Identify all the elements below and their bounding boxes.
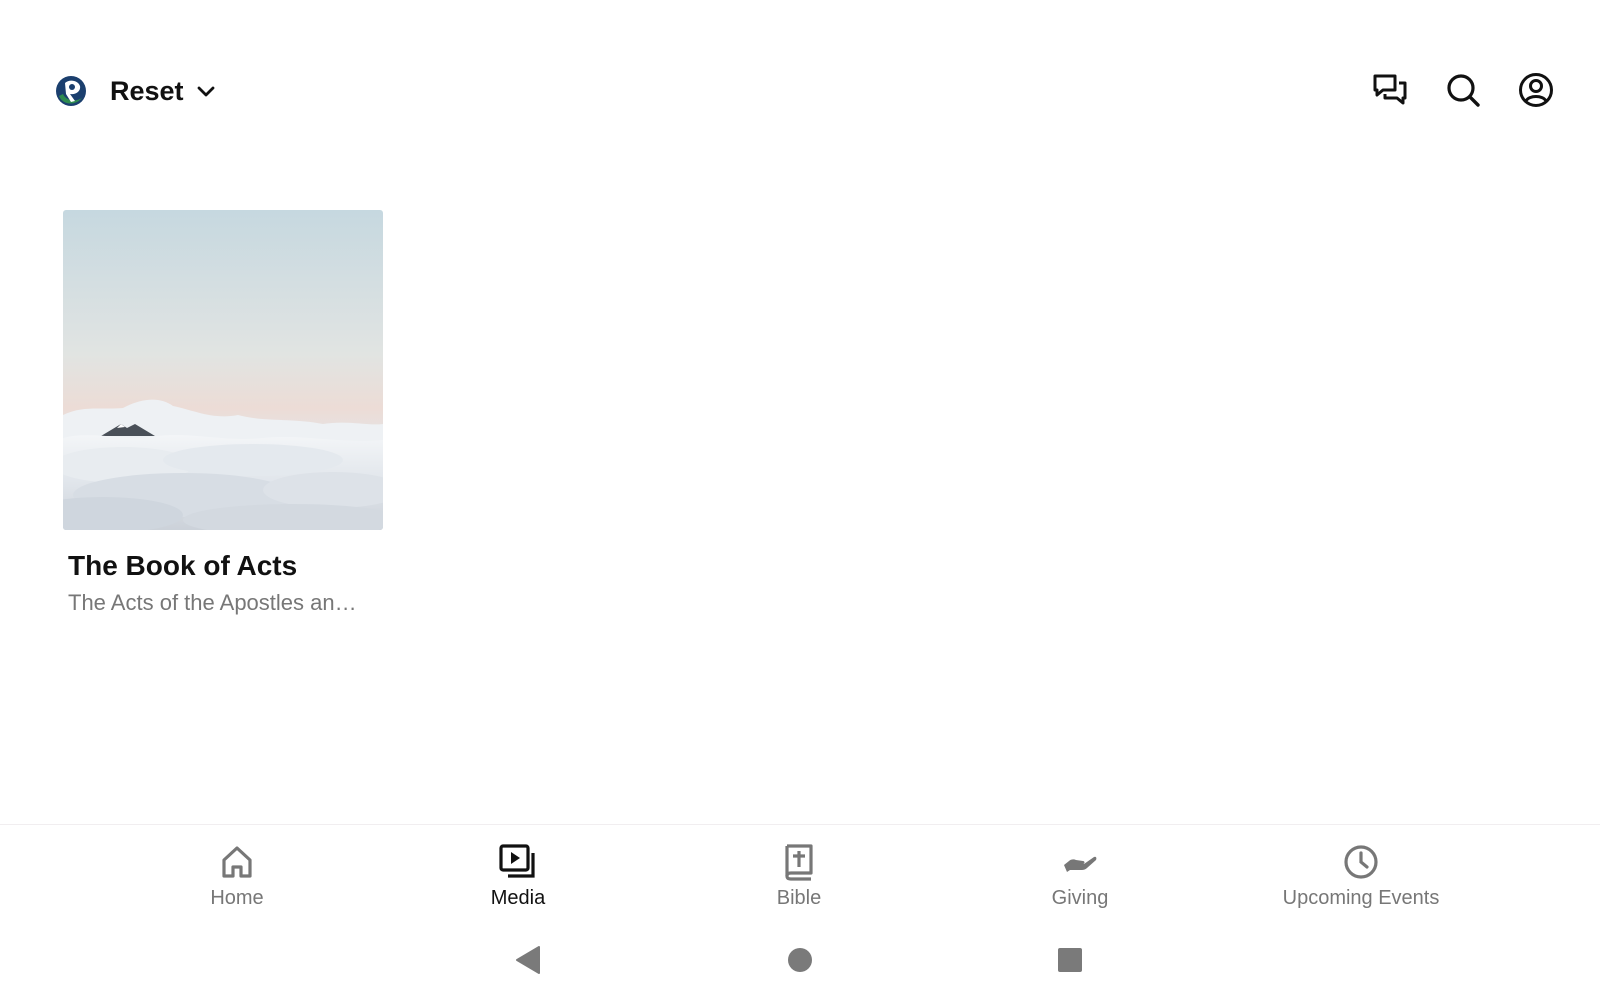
back-icon xyxy=(516,946,540,974)
card-title: The Book of Acts xyxy=(68,550,298,581)
top-header: Reset xyxy=(0,60,1600,128)
header-actions xyxy=(1372,72,1554,108)
home-icon xyxy=(222,846,252,878)
account-icon xyxy=(1519,73,1553,107)
church-logo-icon xyxy=(56,76,86,106)
app-root: Reset The Book of Acts The Acts of the A… xyxy=(0,0,1600,1000)
chat-button[interactable] xyxy=(1372,72,1408,108)
tab-media[interactable]: Media xyxy=(418,843,618,910)
media-icon xyxy=(499,844,535,878)
media-series-card[interactable]: The Book of Acts The Acts of the Apostle… xyxy=(63,210,383,616)
tab-home[interactable]: Home xyxy=(137,843,337,910)
system-recents-button[interactable] xyxy=(1054,944,1086,976)
system-back-button[interactable] xyxy=(512,944,544,976)
org-switcher[interactable]: Reset xyxy=(54,74,218,108)
clock-icon xyxy=(1344,845,1378,879)
home-circle-icon xyxy=(788,948,812,972)
org-name: Reset xyxy=(110,75,184,106)
system-home-button[interactable] xyxy=(784,944,816,976)
tab-label-upcoming-events: Upcoming Events xyxy=(1282,887,1440,909)
tab-bible[interactable]: Bible xyxy=(699,843,899,910)
chevron-down-icon xyxy=(197,86,214,97)
system-navigation-bar xyxy=(0,930,1600,990)
tab-label-media: Media xyxy=(490,887,546,909)
tab-giving[interactable]: Giving xyxy=(980,843,1180,910)
tab-upcoming-events[interactable]: Upcoming Events xyxy=(1261,843,1461,910)
search-button[interactable] xyxy=(1445,72,1481,108)
account-button[interactable] xyxy=(1518,72,1554,108)
search-icon xyxy=(1447,74,1480,107)
tab-label-giving: Giving xyxy=(1051,887,1109,909)
giving-hand-icon xyxy=(1064,856,1097,872)
bible-icon xyxy=(785,844,813,881)
sky-clouds-mountain-image xyxy=(63,210,383,530)
tab-label-bible: Bible xyxy=(776,887,822,909)
chat-icon xyxy=(1373,74,1407,105)
bottom-tab-bar: Home Media Bible Giving Upcoming Events xyxy=(0,824,1600,925)
card-subtitle: The Acts of the Apostles an… xyxy=(68,590,357,615)
recents-icon xyxy=(1058,948,1082,972)
tab-label-home: Home xyxy=(210,887,264,909)
